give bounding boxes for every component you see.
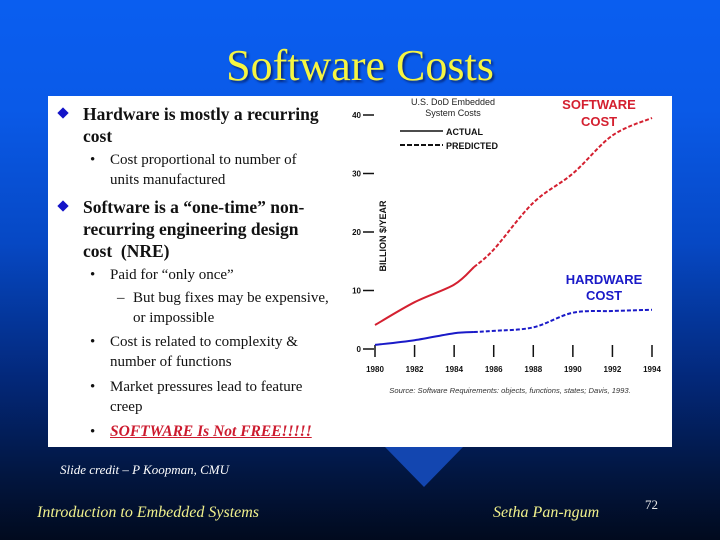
legend-actual-label: ACTUAL bbox=[446, 127, 483, 137]
x-tick-label: 1980 bbox=[366, 365, 384, 374]
page-number: 72 bbox=[645, 497, 658, 512]
software-cost-predicted-line bbox=[473, 117, 653, 268]
y-tick-label: 20 bbox=[352, 228, 361, 237]
sub-sub-bullet-bug-fixes: – But bug fixes may be expensive, or imp… bbox=[117, 288, 348, 328]
chart-title-line: U.S. DoD Embedded bbox=[411, 97, 495, 107]
diamond-bullet-icon bbox=[57, 107, 69, 119]
bullet-dot-icon: • bbox=[90, 379, 96, 395]
chart-svg: 010203040 1980 1982 1984 1986 1988 1990 1992 19… bbox=[352, 97, 661, 395]
decorative-triangle bbox=[385, 447, 463, 487]
bullet-software: Software is a “one-time” non- recurring … bbox=[57, 196, 348, 262]
chart-source: Source: Software Requirements: objects, … bbox=[389, 386, 630, 395]
bullet-text-line: number of functions bbox=[110, 354, 232, 370]
bullet-dot-icon: • bbox=[90, 334, 96, 350]
emphasis-text: SOFTWARE Is Not FREE!!!!! bbox=[110, 423, 312, 440]
x-tick-label: 1982 bbox=[406, 365, 424, 374]
bullet-text-line: Cost is related to complexity & bbox=[110, 334, 298, 350]
y-tick-label: 0 bbox=[357, 345, 362, 354]
bullet-text-line: Software is a “one-time” non- bbox=[83, 197, 305, 217]
y-tick-label: 10 bbox=[352, 287, 361, 296]
software-cost-actual-line bbox=[374, 266, 475, 326]
x-tick-label: 1984 bbox=[445, 365, 463, 374]
bullet-text-line: or impossible bbox=[133, 310, 215, 326]
x-tick-label: 1986 bbox=[485, 365, 503, 374]
bullet-hardware: Hardware is mostly a recurring cost bbox=[57, 103, 348, 147]
software-series-label-line: SOFTWARE bbox=[562, 97, 636, 112]
slide-title: Software Costs bbox=[226, 41, 494, 90]
hardware-cost-predicted-line bbox=[473, 308, 653, 334]
bullet-dot-icon: • bbox=[90, 267, 96, 283]
software-series-label-line: COST bbox=[581, 114, 617, 129]
bullet-text-line: cost bbox=[83, 126, 113, 146]
bullet-text-line: Paid for “only once” bbox=[110, 267, 234, 283]
bullet-text-line: creep bbox=[110, 399, 143, 415]
x-tick-label: 1992 bbox=[604, 365, 622, 374]
bullet-text-line: Market pressures lead to feature bbox=[110, 379, 303, 395]
x-tick-label: 1988 bbox=[524, 365, 542, 374]
y-tick-label: 30 bbox=[352, 170, 361, 179]
y-tick-label: 40 bbox=[352, 111, 361, 120]
hardware-series-label-line: HARDWARE bbox=[566, 272, 643, 287]
hardware-cost-actual-line bbox=[374, 331, 474, 346]
sub-bullet-paid-once: • Paid for “only once” bbox=[90, 265, 350, 285]
y-axis: 0 10 20 30 40 bbox=[352, 111, 374, 354]
bullet-text-line: recurring engineering design bbox=[83, 219, 299, 239]
x-axis: 1980 1982 1984 1986 1988 1990 1992 1994 bbox=[366, 345, 661, 374]
sub-bullet-cost-proportional: • Cost proportional to number of units m… bbox=[90, 150, 350, 190]
hardware-series-label-line: COST bbox=[586, 288, 622, 303]
y-axis-label: BILLION $/YEAR bbox=[378, 200, 388, 272]
sub-bullet-market-pressures: • Market pressures lead to feature creep bbox=[90, 377, 350, 417]
bullet-dash-icon: – bbox=[117, 290, 125, 306]
series-layer bbox=[374, 117, 653, 346]
bullet-text-line: units manufactured bbox=[110, 172, 226, 188]
bullet-text-line: cost (NRE) bbox=[83, 241, 170, 261]
footer-course-title: Introduction to Embedded Systems bbox=[37, 504, 260, 521]
diamond-bullet-icon bbox=[57, 200, 69, 212]
slide-credit: Slide credit – P Koopman, CMU bbox=[60, 462, 229, 477]
sub-bullet-not-free: • SOFTWARE Is Not FREE!!!!! bbox=[90, 422, 350, 442]
content-panel: Hardware is mostly a recurring cost • Co… bbox=[48, 96, 672, 447]
sub-bullet-complexity: • Cost is related to complexity & number… bbox=[90, 332, 350, 372]
footer-author: Setha Pan-ngum bbox=[493, 504, 600, 521]
bullet-text-line: But bug fixes may be expensive, bbox=[133, 290, 329, 306]
chart-title-line: System Costs bbox=[425, 108, 481, 118]
bullet-dot-icon: • bbox=[90, 424, 96, 440]
x-tick-label: 1990 bbox=[564, 365, 582, 374]
legend-predicted-label: PREDICTED bbox=[446, 141, 499, 151]
bullet-list: Hardware is mostly a recurring cost • Co… bbox=[48, 96, 348, 447]
cost-chart: 0 10 20 30 40 1980 1982 1984 1986 1988 1990 1992 19… bbox=[348, 96, 672, 447]
bullet-text-line: Hardware is mostly a recurring bbox=[83, 104, 319, 124]
bullet-text-line: Cost proportional to number of bbox=[110, 152, 297, 168]
bullet-dot-icon: • bbox=[90, 152, 96, 168]
x-tick-label: 1994 bbox=[643, 365, 661, 374]
